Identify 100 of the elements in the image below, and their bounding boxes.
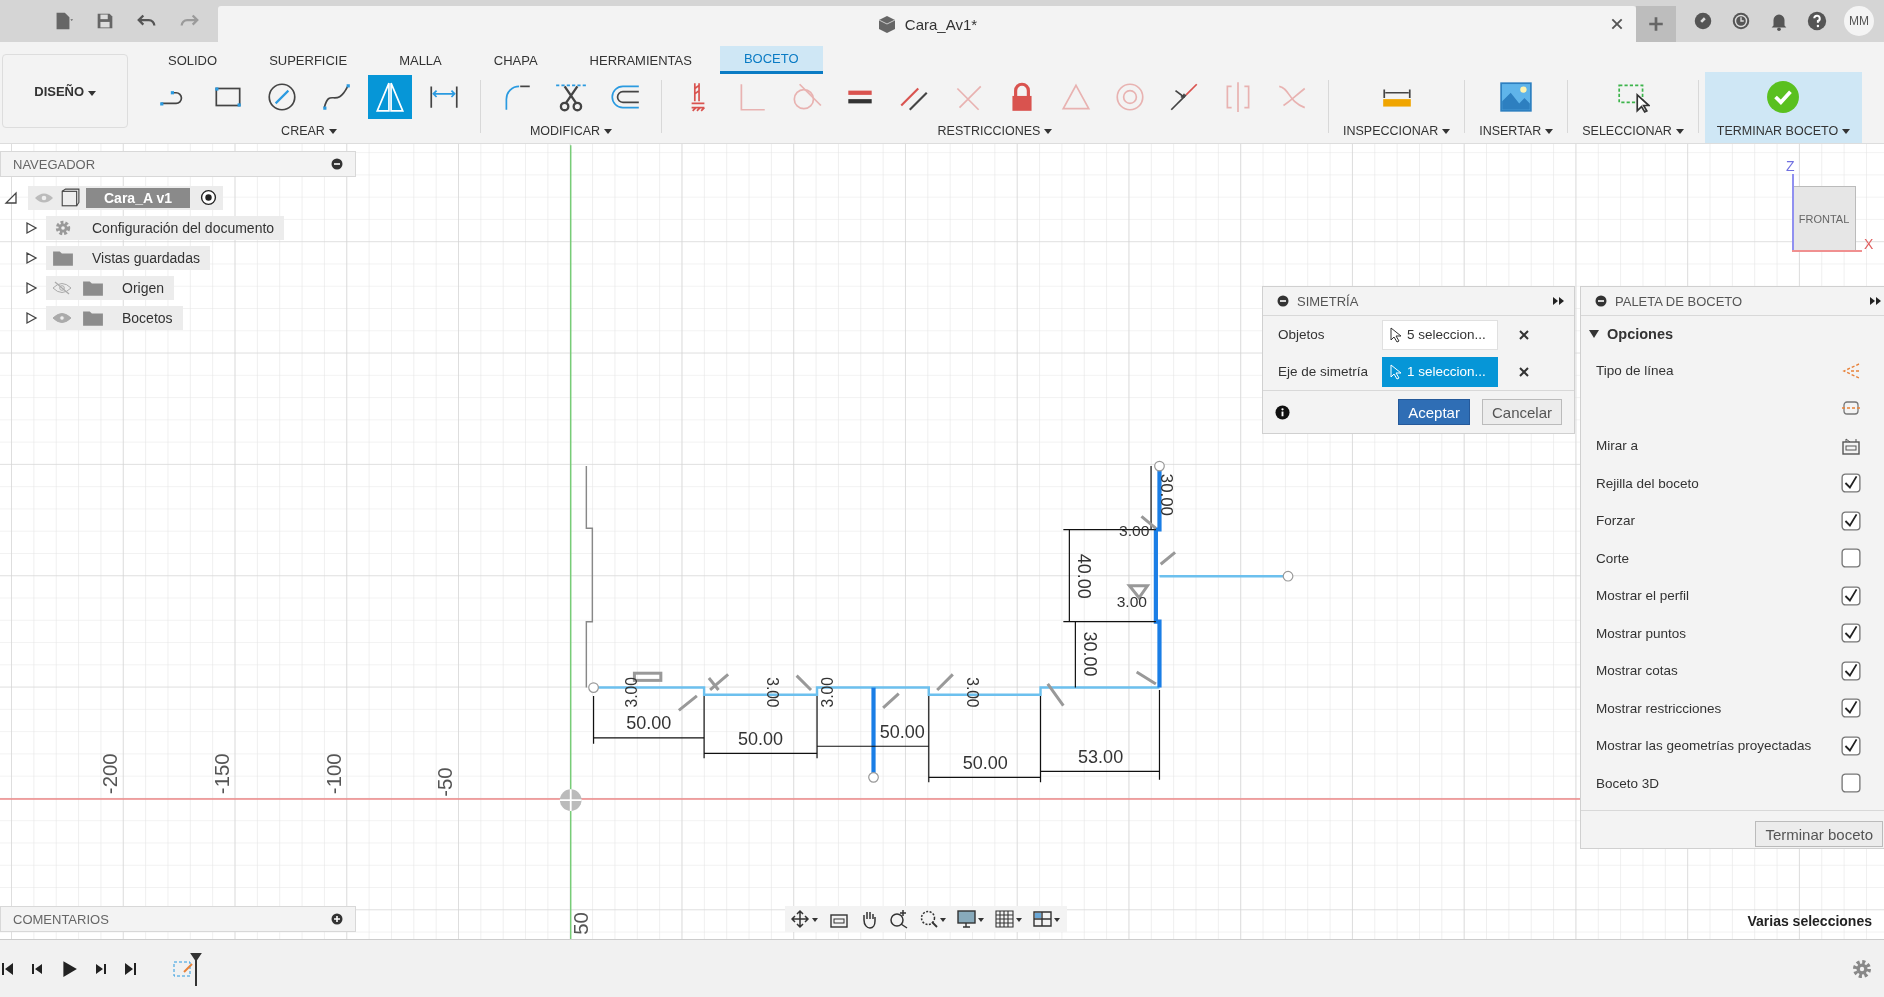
ribbon-tab[interactable]: MALLA xyxy=(375,46,466,74)
finish-sketch-button[interactable]: Terminar boceto xyxy=(1755,821,1883,847)
zoom-icon[interactable] xyxy=(889,909,909,929)
viewcube-face[interactable]: FRONTAL xyxy=(1798,213,1850,225)
axis-label: X xyxy=(1864,236,1874,252)
axis-label: -200 xyxy=(99,753,122,795)
add-icon[interactable] xyxy=(331,913,343,925)
expander-icon[interactable] xyxy=(24,310,38,325)
expand-icon[interactable] xyxy=(1552,296,1566,306)
clear-icon[interactable] xyxy=(1518,365,1530,378)
collapse-icon[interactable] xyxy=(331,158,343,170)
section-toggle-icon[interactable] xyxy=(1589,329,1599,339)
workspace-menu[interactable]: DISEÑO xyxy=(2,54,128,128)
zoom-window-icon[interactable] xyxy=(919,909,947,929)
play-icon[interactable] xyxy=(60,959,78,978)
panel-title: COMENTARIOS xyxy=(13,911,109,927)
clock-icon[interactable] xyxy=(1730,10,1752,32)
ribbon-tab[interactable]: SUPERFICIE xyxy=(245,46,372,74)
display-icon[interactable] xyxy=(957,909,985,929)
checkbox[interactable] xyxy=(1841,660,1861,681)
checkbox[interactable] xyxy=(1841,548,1861,569)
folder-icon xyxy=(82,308,104,327)
checkbox[interactable] xyxy=(1841,698,1861,719)
mirror-tool-button[interactable] xyxy=(368,75,412,119)
look-at-icon[interactable] xyxy=(1841,435,1861,456)
option-label: Mostrar las geometrías proyectadas xyxy=(1596,738,1812,754)
help-icon[interactable] xyxy=(1806,10,1828,32)
image-icon xyxy=(1499,80,1534,114)
axis-label: -50 xyxy=(434,767,457,797)
checkbox[interactable] xyxy=(1841,773,1861,794)
dimension-label: 50.00 xyxy=(962,752,1008,773)
info-icon[interactable] xyxy=(1275,404,1290,420)
tool-group-menu[interactable]: INSERTAR xyxy=(1479,124,1554,138)
checkbox[interactable] xyxy=(1841,735,1861,756)
caret-icon xyxy=(1842,128,1851,134)
checkbox[interactable] xyxy=(1841,510,1861,531)
mirror-icon xyxy=(373,80,407,114)
viewcube[interactable]: FRONTAL xyxy=(1792,186,1856,252)
ribbon-tab[interactable]: BOCETO xyxy=(719,46,823,74)
option-label: Rejilla del boceto xyxy=(1596,475,1699,491)
option-label: Mostrar cotas xyxy=(1596,663,1678,679)
caret-icon xyxy=(1675,128,1684,134)
last-step-icon[interactable] xyxy=(122,960,138,977)
first-step-icon[interactable] xyxy=(0,960,16,977)
checkbox[interactable] xyxy=(1841,473,1861,494)
grid-icon[interactable] xyxy=(995,909,1023,929)
palette-title: PALETA DE BOCETO xyxy=(1615,293,1744,309)
cursor-icon xyxy=(1390,326,1402,343)
selection-field[interactable]: 5 seleccion... xyxy=(1382,319,1498,350)
settings-icon[interactable] xyxy=(1852,958,1872,979)
dimension-label: 50.00 xyxy=(738,729,784,749)
extensions-icon[interactable] xyxy=(1692,10,1714,32)
radio-icon[interactable] xyxy=(200,189,217,206)
caret-icon xyxy=(1044,128,1053,134)
cursor-icon xyxy=(1390,363,1402,380)
caret-icon xyxy=(1442,128,1451,134)
origin-icon xyxy=(559,788,583,812)
section-title: Opciones xyxy=(1607,326,1674,342)
field-label: Objetos xyxy=(1278,327,1326,342)
option-label: Mostrar el perfil xyxy=(1596,588,1690,604)
expand-icon[interactable] xyxy=(1869,296,1883,306)
dimension-label: 53.00 xyxy=(1078,747,1124,767)
orbit-icon[interactable] xyxy=(791,909,819,929)
clear-icon[interactable] xyxy=(1518,328,1530,341)
checkbox[interactable] xyxy=(1841,585,1861,606)
dimension-label: 3.00 xyxy=(764,677,782,708)
panel-title: NAVEGADOR xyxy=(13,156,96,172)
concentric-icon xyxy=(1113,80,1147,114)
option-label: Corte xyxy=(1596,550,1629,566)
accept-button[interactable]: Aceptar xyxy=(1398,399,1470,425)
tool-group-menu[interactable]: CREAR xyxy=(281,124,337,138)
cancel-button[interactable]: Cancelar xyxy=(1481,399,1562,425)
option-label: Tipo de línea xyxy=(1596,363,1674,379)
user-avatar[interactable]: MM xyxy=(1844,6,1874,36)
ribbon-tab[interactable]: CHAPA xyxy=(469,46,562,74)
option-label: Boceto 3D xyxy=(1596,775,1660,791)
axis-label: -150 xyxy=(210,753,233,795)
dimension-label: 3.00 xyxy=(623,677,641,708)
tool-group-menu[interactable]: TERMINAR BOCETO xyxy=(1716,124,1851,138)
tool-group-menu[interactable]: SELECCIONAR xyxy=(1582,124,1684,138)
folder-icon xyxy=(52,248,74,267)
sketch-feature-icon[interactable] xyxy=(172,951,202,986)
expander-icon[interactable] xyxy=(4,190,18,205)
expander-icon[interactable] xyxy=(24,250,38,265)
close-icon[interactable] xyxy=(1610,17,1624,31)
viewports-icon[interactable] xyxy=(1033,909,1061,929)
checkbox[interactable] xyxy=(1841,623,1861,644)
plus-icon xyxy=(1647,15,1665,33)
ribbon-tab[interactable]: SOLIDO xyxy=(144,46,242,74)
collapse-icon[interactable] xyxy=(1595,295,1607,307)
expander-icon[interactable] xyxy=(24,220,38,235)
caret-icon xyxy=(1545,128,1554,134)
expander-icon[interactable] xyxy=(24,280,38,295)
tool-group-menu[interactable]: RESTRICCIONES xyxy=(937,124,1053,138)
circle-icon xyxy=(265,80,299,114)
new-tab-button[interactable] xyxy=(1636,6,1676,42)
collapse-icon[interactable] xyxy=(1277,295,1289,307)
tool-group-menu[interactable]: INSPECCIONAR xyxy=(1343,124,1451,138)
ribbon-tab[interactable]: HERRAMIENTAS xyxy=(565,46,716,74)
tool-group-menu[interactable]: MODIFICAR xyxy=(529,124,613,138)
